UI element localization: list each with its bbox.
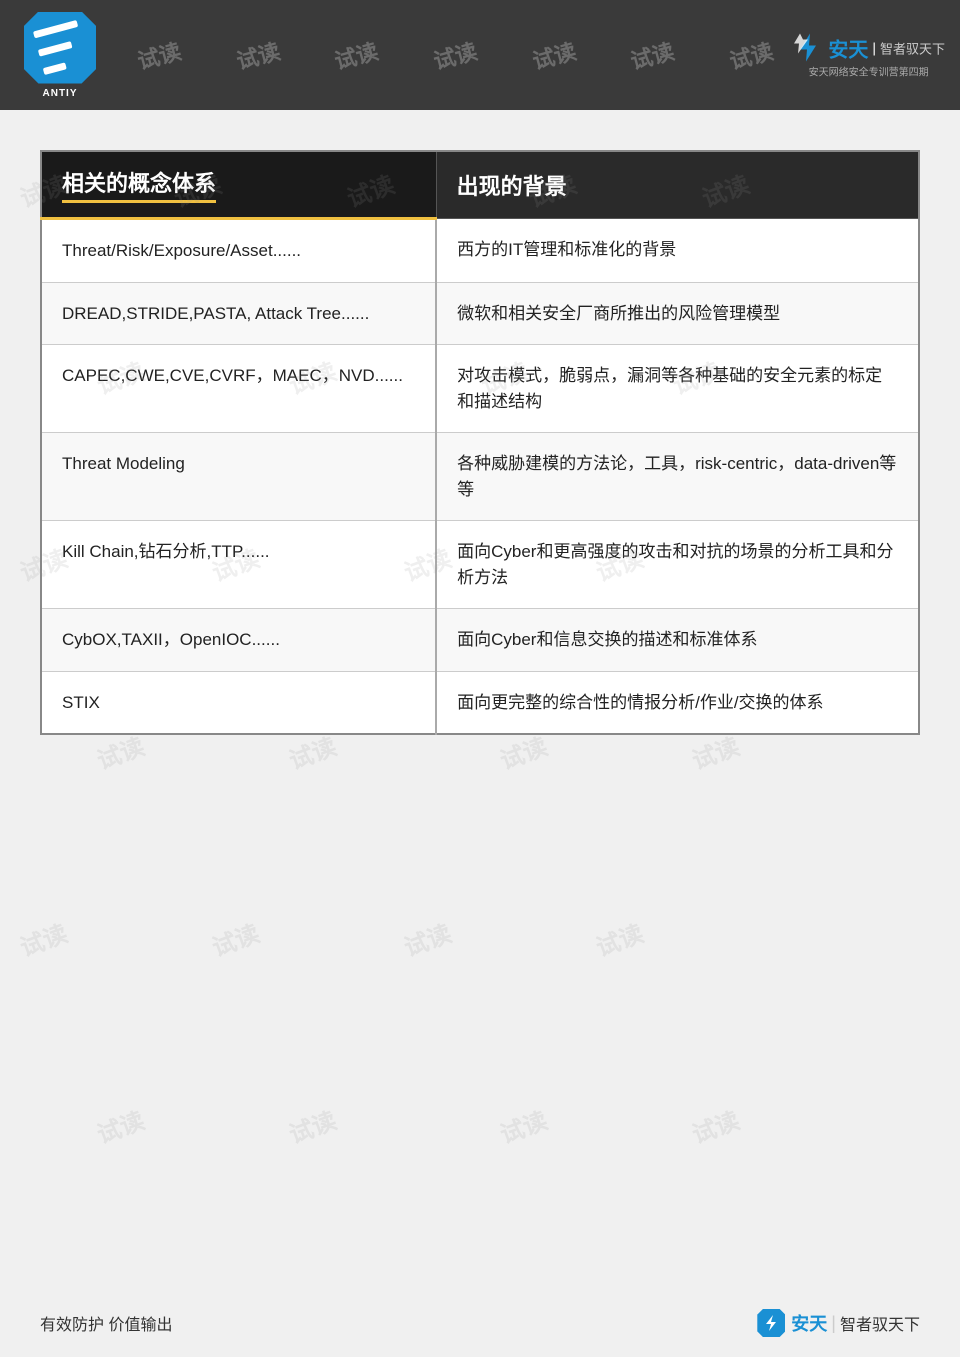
header-wm-4: 试读 [430,34,481,76]
table-cell-right-4: 面向Cyber和更高强度的攻击和对抗的场景的分析工具和分析方法 [436,521,919,609]
brand-svg-icon [792,32,824,64]
table-body: Threat/Risk/Exposure/Asset......西方的IT管理和… [41,219,919,735]
brand-tagline: 安天网络安全专训营第四期 [809,64,929,79]
table-row: DREAD,STRIDE,PASTA, Attack Tree......微软和… [41,282,919,345]
logo-stripe-1 [32,20,77,38]
table-cell-left-3: Threat Modeling [41,433,436,521]
header-wm-5: 试读 [528,34,579,76]
footer-antiy-label: 安天 [791,1310,827,1336]
brand-row: 安天 | 智者驭天下 [792,32,945,64]
body-watermark-17: 试读 [15,913,72,962]
body-watermark-23: 试读 [495,1100,552,1149]
table-cell-left-1: DREAD,STRIDE,PASTA, Attack Tree...... [41,282,436,345]
table-cell-left-4: Kill Chain,钻石分析,TTP...... [41,521,436,609]
table-cell-left-0: Threat/Risk/Exposure/Asset...... [41,219,436,283]
table-cell-right-6: 面向更完整的综合性的情报分析/作业/交换的体系 [436,671,919,734]
table-row: Threat Modeling各种威胁建模的方法论，工具，risk-centri… [41,433,919,521]
brand-cn-slogan: 智者驭天下 [880,38,945,57]
logo-label: ANTIY [43,88,78,99]
body-watermark-18: 试读 [207,913,264,962]
table-header-row: 相关的概念体系 出现的背景 [41,151,919,219]
body-watermark-24: 试读 [687,1100,744,1149]
footer-left-text: 有效防护 价值输出 [40,1311,172,1335]
logo-stripes [32,20,87,75]
table-cell-left-5: CybOX,TAXII，OpenIOC...... [41,609,436,672]
table-row: Kill Chain,钻石分析,TTP......面向Cyber和更高强度的攻击… [41,521,919,609]
brand-cn-name: 安天 [828,33,868,62]
header-wm-2: 试读 [232,34,283,76]
main-table: 相关的概念体系 出现的背景 Threat/Risk/Exposure/Asset… [40,150,920,735]
table-row: Threat/Risk/Exposure/Asset......西方的IT管理和… [41,219,919,283]
header-wm-6: 试读 [627,34,678,76]
col-header-right: 出现的背景 [436,151,919,219]
body-watermark-21: 试读 [91,1100,148,1149]
footer-logo-icon [757,1309,785,1337]
header: ANTIY 试读 试读 试读 试读 试读 试读 试读 安天 | 智者驭天下 安天… [0,0,960,110]
header-wm-7: 试读 [725,34,776,76]
footer: 有效防护 价值输出 安天 | 智者驭天下 [0,1309,960,1337]
brand-divider: | [872,40,876,56]
footer-lightning-svg [762,1314,780,1332]
body-watermark-22: 试读 [283,1100,340,1149]
table-cell-left-2: CAPEC,CWE,CVE,CVRF，MAEC，NVD...... [41,345,436,433]
footer-brand-text: 安天 | 智者驭天下 [791,1310,920,1336]
table-row: CybOX,TAXII，OpenIOC......面向Cyber和信息交换的描述… [41,609,919,672]
table-cell-right-3: 各种威胁建模的方法论，工具，risk-centric，data-driven等等 [436,433,919,521]
table-cell-right-2: 对攻击模式，脆弱点，漏洞等各种基础的安全元素的标定和描述结构 [436,345,919,433]
table-cell-left-6: STIX [41,671,436,734]
header-right-logo: 安天 | 智者驭天下 安天网络安全专训营第四期 [792,32,945,79]
footer-divider: | [831,1313,836,1334]
table-cell-right-1: 微软和相关安全厂商所推出的风险管理模型 [436,282,919,345]
logo-stripe-3 [42,62,66,75]
header-wm-3: 试读 [331,34,382,76]
body-watermark-20: 试读 [591,913,648,962]
header-logo: ANTIY [15,10,105,100]
table-row: STIX面向更完整的综合性的情报分析/作业/交换的体系 [41,671,919,734]
logo-stripe-2 [37,41,71,56]
left-header-text: 相关的概念体系 [62,166,216,203]
footer-right: 安天 | 智者驭天下 [757,1309,920,1337]
col-header-left: 相关的概念体系 [41,151,436,219]
table-row: CAPEC,CWE,CVE,CVRF，MAEC，NVD......对攻击模式，脆… [41,345,919,433]
table-cell-right-0: 西方的IT管理和标准化的背景 [436,219,919,283]
right-header-text: 出现的背景 [457,174,567,199]
footer-cn-suffix: 智者驭天下 [840,1311,920,1335]
main-content: 相关的概念体系 出现的背景 Threat/Risk/Exposure/Asset… [0,110,960,765]
header-wm-1: 试读 [134,34,185,76]
table-cell-right-5: 面向Cyber和信息交换的描述和标准体系 [436,609,919,672]
logo-shape [24,12,96,84]
body-watermark-19: 试读 [399,913,456,962]
